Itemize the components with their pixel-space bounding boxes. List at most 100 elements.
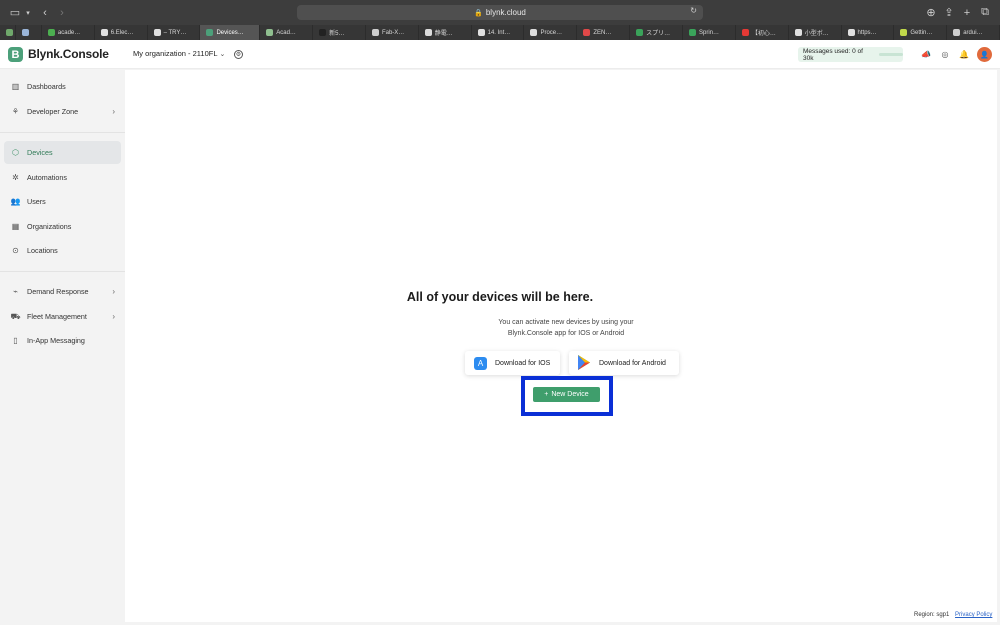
sidebar-divider: [0, 271, 125, 272]
sidebar-item-organizations[interactable]: ▦ Organizations: [4, 215, 121, 238]
sidebar-item-fleet-management[interactable]: ⛟ Fleet Management ›: [4, 305, 121, 328]
browser-tab-label: Gettin…: [910, 29, 933, 36]
browser-tab-label: https…: [857, 29, 877, 36]
browser-tab-label: Fab-X…: [381, 29, 405, 36]
google-play-icon: [577, 354, 591, 372]
chart-icon: ▥: [11, 82, 20, 91]
download-ios-button[interactable]: A Download for IOS: [465, 351, 560, 375]
chevron-down-icon: ⌄: [219, 50, 226, 58]
messages-used-badge[interactable]: Messages used: 0 of 30k: [798, 47, 903, 62]
browser-tab[interactable]: ardui…: [947, 25, 1000, 40]
announcement-icon[interactable]: 📣: [921, 49, 931, 59]
browser-tab-label: 【初心…: [751, 31, 776, 37]
page-icon: [953, 29, 961, 36]
browser-tab[interactable]: 新5…: [313, 25, 366, 40]
doc-icon: [371, 29, 379, 36]
browser-tab[interactable]: [15, 25, 42, 40]
browser-tab[interactable]: ZEN…: [577, 25, 631, 40]
privacy-policy-link[interactable]: Privacy Policy: [955, 612, 992, 618]
s-icon: [900, 29, 908, 36]
tab-overview-icon[interactable]: ⧉: [980, 6, 990, 19]
browser-tab[interactable]: 静電…: [418, 25, 472, 40]
browser-tab-label: 新5…: [329, 31, 345, 37]
reload-icon[interactable]: ↻: [690, 6, 697, 15]
sidebar-item-developer-zone[interactable]: ⚘ Developer Zone ›: [4, 100, 121, 123]
app-store-icon: A: [474, 356, 487, 370]
download-ios-label: Download for IOS: [495, 359, 551, 367]
circle-icon: [424, 29, 432, 36]
sheet-icon: [689, 29, 696, 36]
sidebar-item-label: In-App Messaging: [27, 336, 85, 345]
download-android-button[interactable]: Download for Android: [569, 351, 679, 375]
forward-button[interactable]: ›: [57, 6, 67, 19]
tab-bar: acade… 6.Elec… – TRY… Devices… Acad… 新5… Fab-X…: [0, 25, 1000, 40]
browser-tab-label: 6.Elec…: [110, 29, 134, 36]
automation-icon: ✲: [12, 173, 19, 182]
notification-icon[interactable]: 🔔: [959, 49, 969, 59]
app-title: Blynk.Console: [28, 47, 109, 61]
sidebar-item-label: Fleet Management: [27, 312, 87, 321]
sidebar-item-label: Users: [27, 197, 46, 206]
new-device-button[interactable]: + New Device: [533, 387, 600, 402]
avatar[interactable]: 👤: [977, 47, 992, 62]
message-icon: ▯: [13, 336, 18, 345]
browser-tab[interactable]: 6.Elec…: [94, 25, 148, 40]
new-device-label: New Device: [551, 391, 589, 398]
browser-tab[interactable]: スプリ…: [630, 25, 683, 40]
sidebar: ▥ Dashboards ⚘ Developer Zone › ⬡ Device…: [0, 70, 125, 625]
lock-icon: 🔒: [474, 9, 483, 17]
sidebar-item-dashboards[interactable]: ▥ Dashboards: [4, 75, 121, 98]
help-icon[interactable]: ◎: [940, 49, 950, 59]
browser-tab[interactable]: 14. Int…: [471, 25, 525, 40]
browser-tab[interactable]: Acad…: [260, 25, 314, 40]
sidebar-item-locations[interactable]: ⊙ Locations: [4, 239, 121, 262]
sidebar-item-label: Developer Zone: [27, 107, 79, 116]
blynk-logo[interactable]: B: [8, 47, 23, 62]
new-tab-icon[interactable]: +: [962, 6, 972, 19]
empty-state-title: All of your devices will be here.: [406, 290, 594, 304]
browser-tab-label: 静電…: [434, 31, 453, 37]
back-button[interactable]: ‹: [40, 6, 50, 19]
browser-tab-label: Sprin…: [699, 29, 720, 36]
sidebar-item-automations[interactable]: ✲ Automations: [4, 166, 121, 189]
share-icon[interactable]: ⇪: [944, 6, 954, 19]
browser-tab[interactable]: Fab-X…: [365, 25, 419, 40]
n-icon: [319, 29, 327, 36]
organization-name: My organization - 2110FL: [133, 49, 218, 58]
youtube-icon: [741, 29, 749, 36]
sidebar-item-users[interactable]: 👥 Users: [4, 190, 121, 213]
browser-tab[interactable]: 小型ボ…: [788, 25, 842, 40]
sidebar-item-in-app-messaging[interactable]: ▯ In-App Messaging: [4, 329, 121, 352]
messages-usage-bar: [879, 53, 903, 56]
address-bar[interactable]: 🔒 blynk.cloud ↻: [297, 5, 703, 20]
browser-tab[interactable]: Proce…: [524, 25, 578, 40]
zen-icon: [583, 29, 591, 36]
browser-tab[interactable]: 【初心…: [735, 25, 789, 40]
sidebar-item-label: Locations: [27, 246, 58, 255]
browser-tab[interactable]: acade…: [41, 25, 95, 40]
browser-tab[interactable]: – TRY…: [147, 25, 201, 40]
browser-tab[interactable]: Devices…: [200, 25, 261, 40]
sidebar-item-devices[interactable]: ⬡ Devices: [4, 141, 121, 164]
download-android-label: Download for Android: [599, 359, 666, 367]
browser-tab[interactable]: [0, 25, 16, 40]
sidebar-toggle-icon[interactable]: ▭: [9, 6, 21, 19]
browser-tab[interactable]: Gettin…: [894, 25, 948, 40]
download-icon[interactable]: ⊕: [926, 6, 936, 19]
browser-tab-label: 小型ボ…: [804, 31, 829, 37]
sidebar-item-label: Devices: [27, 148, 53, 157]
browser-tab-label: Proce…: [540, 29, 563, 36]
sidebar-item-label: Dashboards: [27, 82, 66, 91]
sidebar-item-label: Automations: [27, 173, 67, 182]
organization-selector[interactable]: My organization - 2110FL ⌄: [133, 49, 225, 58]
github-icon: [477, 29, 485, 36]
chevron-down-icon[interactable]: ▾: [24, 6, 32, 19]
sheet-icon: [21, 29, 29, 36]
browser-tab[interactable]: https…: [841, 25, 895, 40]
page-icon: [847, 29, 855, 36]
organization-settings-icon[interactable]: ⚙: [234, 50, 243, 59]
region-text: Region: sgp1: [914, 612, 950, 618]
browser-tab[interactable]: Sprin…: [683, 25, 736, 40]
cube-icon: ⬡: [12, 148, 19, 157]
plus-icon: +: [544, 391, 549, 398]
